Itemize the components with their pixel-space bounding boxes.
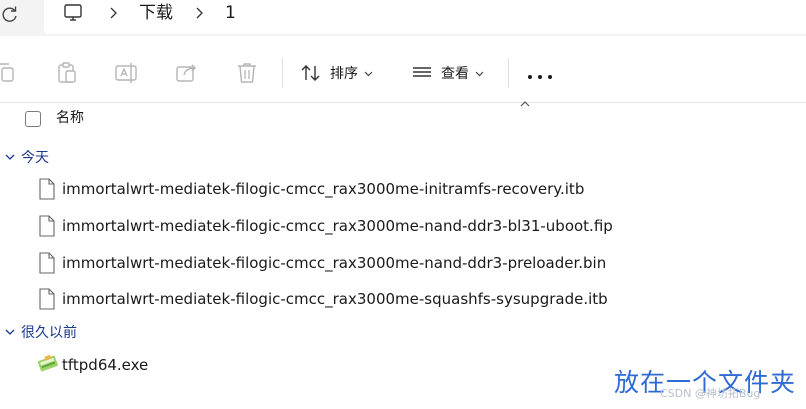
rename-icon xyxy=(115,63,137,83)
breadcrumb-folder-1[interactable]: 1 xyxy=(225,2,236,24)
select-all-checkbox[interactable] xyxy=(25,111,41,127)
list-item[interactable]: immortalwrt-mediatek-filogic-cmcc_rax300… xyxy=(36,211,736,241)
breadcrumb-downloads[interactable]: 下载 xyxy=(139,2,173,24)
delete-button[interactable] xyxy=(234,60,260,86)
rename-button[interactable] xyxy=(113,60,139,86)
sort-menu-button[interactable]: 排序 xyxy=(300,60,373,86)
exe-icon xyxy=(38,354,58,372)
author-credit: CSDN @神坊拓Bug xyxy=(660,387,761,400)
document-icon xyxy=(39,288,55,310)
toolbar-divider xyxy=(282,58,283,88)
document-icon xyxy=(39,252,55,274)
sort-label: 排序 xyxy=(330,66,358,82)
more-horizontal-icon[interactable] xyxy=(528,74,552,80)
chevron-down-icon xyxy=(475,71,484,76)
view-menu-button[interactable]: 查看 xyxy=(411,60,484,86)
paste-button[interactable] xyxy=(54,60,80,86)
command-bar: 排序 查看 xyxy=(0,44,806,103)
group-header-long-ago[interactable]: 很久以前 xyxy=(4,321,77,343)
delete-icon xyxy=(238,63,256,83)
list-item[interactable]: immortalwrt-mediatek-filogic-cmcc_rax300… xyxy=(36,284,736,314)
file-name: immortalwrt-mediatek-filogic-cmcc_rax300… xyxy=(62,290,608,308)
group-label: 很久以前 xyxy=(21,325,77,341)
column-header-name[interactable]: 名称 xyxy=(56,109,84,127)
monitor-icon[interactable] xyxy=(62,3,86,23)
paste-icon xyxy=(58,62,76,83)
list-item[interactable]: immortalwrt-mediatek-filogic-cmcc_rax300… xyxy=(36,248,736,278)
document-icon xyxy=(39,178,55,200)
file-name: tftpd64.exe xyxy=(62,356,149,374)
view-icon xyxy=(413,67,431,77)
file-name: immortalwrt-mediatek-filogic-cmcc_rax300… xyxy=(62,180,585,198)
copy-icon xyxy=(0,63,14,82)
share-icon xyxy=(176,64,196,82)
group-header-today[interactable]: 今天 xyxy=(4,146,49,168)
copy-button[interactable] xyxy=(0,60,20,86)
document-icon xyxy=(39,215,55,237)
chevron-right-icon[interactable] xyxy=(193,6,205,20)
file-name: immortalwrt-mediatek-filogic-cmcc_rax300… xyxy=(62,254,607,272)
address-bar: 下载 1 xyxy=(0,0,806,36)
group-label: 今天 xyxy=(21,150,49,166)
sort-icon xyxy=(301,65,320,81)
chevron-right-icon[interactable] xyxy=(107,6,119,20)
column-header-row: 名称 xyxy=(0,106,806,130)
file-name: immortalwrt-mediatek-filogic-cmcc_rax300… xyxy=(62,217,613,235)
toolbar-divider xyxy=(508,58,509,88)
view-label: 查看 xyxy=(441,66,469,82)
refresh-icon[interactable] xyxy=(1,6,19,24)
list-item[interactable]: immortalwrt-mediatek-filogic-cmcc_rax300… xyxy=(36,174,736,204)
chevron-down-icon xyxy=(5,154,15,160)
chevron-down-icon xyxy=(5,329,15,335)
chevron-down-icon xyxy=(364,71,373,76)
share-button[interactable] xyxy=(174,60,200,86)
